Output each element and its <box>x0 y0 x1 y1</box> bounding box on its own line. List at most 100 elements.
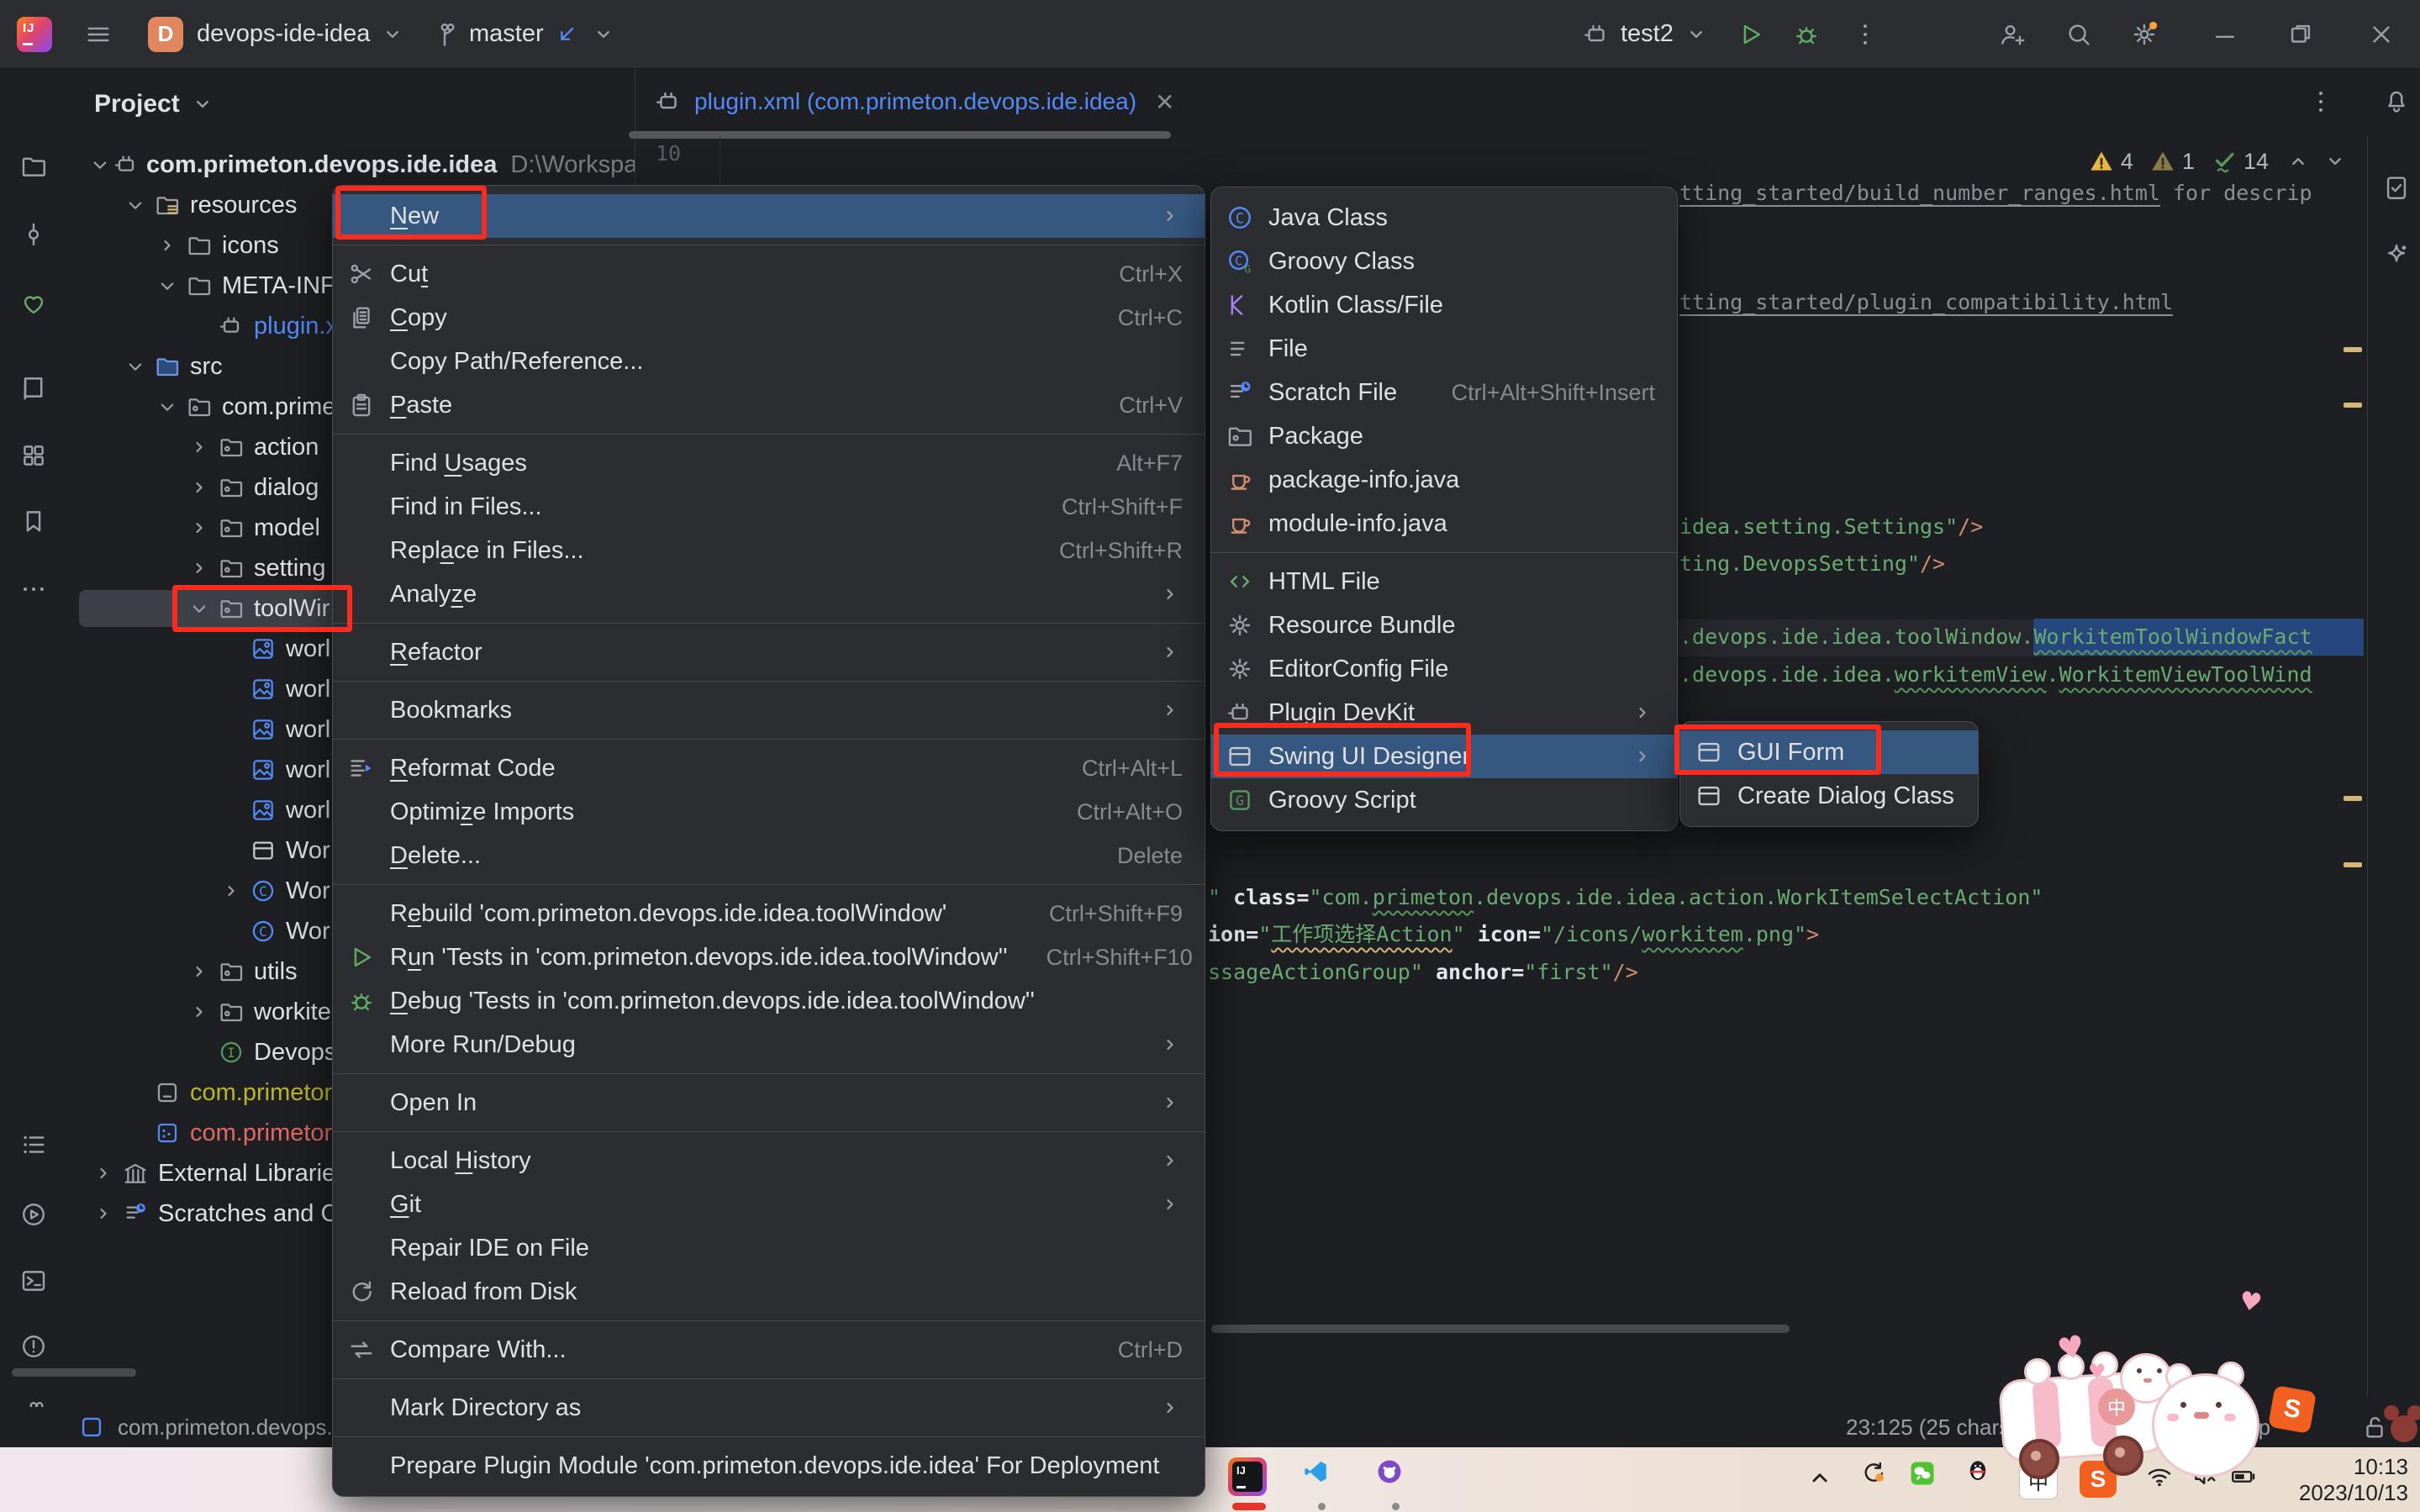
menu-item-run-tests-in-com-primeton-devops-ide-ide[interactable]: Run 'Tests in 'com.primeton.devops.ide.i… <box>333 935 1205 979</box>
menu-item-git[interactable]: Git <box>333 1183 1205 1226</box>
menu-item-paste[interactable]: PasteCtrl+V <box>333 383 1205 427</box>
menu-item-find-usages[interactable]: Find UsagesAlt+F7 <box>333 441 1205 485</box>
chevron-down-icon <box>123 192 148 218</box>
chevron-up-tray-icon <box>1806 1464 1834 1493</box>
run-config-selector[interactable]: test2 <box>1582 0 1711 68</box>
stripe-checklist-button[interactable] <box>2382 173 2411 202</box>
code-line: .devops.ide.idea.toolWindow.WorkitemTool… <box>1679 619 2364 656</box>
menu-item-module-info-java[interactable]: module-info.java <box>1211 502 1677 545</box>
menu-item-java-class[interactable]: CJava Class <box>1211 196 1677 240</box>
menu-shortcut: Ctrl+Shift+F9 <box>1010 901 1183 927</box>
menu-item-editorconfig-file[interactable]: EditorConfig File <box>1211 647 1677 691</box>
chevron-right-icon <box>219 878 244 904</box>
title-bar: IJ D devops-ide-idea master test2 <box>0 0 2420 69</box>
menu-item-bookmarks[interactable]: Bookmarks <box>333 688 1205 732</box>
restore-button[interactable] <box>2286 0 2315 68</box>
sync-icon <box>1859 1459 1888 1488</box>
code-with-me-icon[interactable] <box>1997 0 2026 68</box>
menu-item-find-in-files-[interactable]: Find in Files...Ctrl+Shift+F <box>333 485 1205 529</box>
menu-item-repair-ide-on-file[interactable]: Repair IDE on File <box>333 1226 1205 1270</box>
close-button[interactable] <box>2367 0 2396 68</box>
minimize-button[interactable] <box>2211 0 2239 68</box>
menu-item-open-in[interactable]: Open In <box>333 1081 1205 1125</box>
menu-item-package-info-java[interactable]: package-info.java <box>1211 458 1677 502</box>
menu-item-html-file[interactable]: HTML File <box>1211 560 1677 603</box>
branch-widget[interactable]: master <box>430 0 618 68</box>
taskbar-intellij-icon[interactable]: IJ <box>1228 1457 1267 1496</box>
chevron-right-icon <box>1157 698 1183 723</box>
lib-icon <box>122 1160 149 1187</box>
taskbar-vscode-icon[interactable] <box>1301 1457 1330 1486</box>
more-actions-icon[interactable] <box>1851 0 1880 68</box>
menu-item-more-run-debug[interactable]: More Run/Debug <box>333 1023 1205 1067</box>
menu-item-prepare-plugin-module-com-primeton-devop[interactable]: Prepare Plugin Module 'com.primeton.devo… <box>333 1444 1205 1488</box>
package-icon <box>186 393 213 420</box>
tab-plugin-xml[interactable]: plugin.xml (com.primeton.devops.ide.idea… <box>654 87 1175 116</box>
stripe-terminal-button[interactable] <box>19 1267 48 1295</box>
next-problem-icon[interactable] <box>2321 147 2349 176</box>
menu-item-copy[interactable]: CopyCtrl+C <box>333 296 1205 340</box>
tab-scroll-thumb[interactable] <box>629 131 1171 139</box>
tree-horizontal-scrollbar[interactable] <box>12 1368 136 1377</box>
search-everywhere-icon[interactable] <box>2064 0 2093 68</box>
project-switcher[interactable]: devops-ide-idea <box>197 0 407 68</box>
menu-item-scratch-file[interactable]: Scratch FileCtrl+Alt+Shift+Insert <box>1211 371 1677 414</box>
menu-item-analyze[interactable]: Analyze <box>333 572 1205 616</box>
checklist-icon <box>2382 173 2411 202</box>
menu-item-refactor[interactable]: Refactor <box>333 630 1205 674</box>
code-line: .devops.ide.idea.workitemView.WorkitemVi… <box>1679 656 2312 693</box>
tree-item-com-primeton-devops-ide-idea[interactable]: com.primeton.devops.ide.ideaD:\Workspa <box>0 145 635 185</box>
menu-item-groovy-class[interactable]: CGGroovy Class <box>1211 240 1677 283</box>
project-tool-window-header[interactable]: Project <box>94 81 217 128</box>
menu-item-mark-directory-as[interactable]: Mark Directory as <box>333 1386 1205 1430</box>
menu-item-local-history[interactable]: Local History <box>333 1139 1205 1183</box>
inspections-widget[interactable]: 4 1 14 <box>2087 145 2349 178</box>
menu-item-copy-path-reference-[interactable]: Copy Path/Reference... <box>333 340 1205 383</box>
taskbar-github-icon[interactable] <box>1375 1457 1404 1486</box>
stripe-error-button[interactable] <box>19 1332 48 1361</box>
menu-item-reload-from-disk[interactable]: Reload from Disk <box>333 1270 1205 1314</box>
menu-item-reformat-code[interactable]: Reformat CodeCtrl+Alt+L <box>333 746 1205 790</box>
menu-item-compare-with-[interactable]: Compare With...Ctrl+D <box>333 1328 1205 1372</box>
chevron-up-s-icon <box>2284 147 2312 176</box>
tray-qq-icon[interactable] <box>1964 1456 1992 1484</box>
chevron-right-icon <box>187 475 212 500</box>
debug-button[interactable] <box>1792 0 1821 68</box>
menu-item-debug-tests-in-com-primeton-devops-ide-i[interactable]: Debug 'Tests in 'com.primeton.devops.ide… <box>333 979 1205 1023</box>
settings-gear-icon[interactable] <box>2130 0 2159 68</box>
menu-item-package[interactable]: Package <box>1211 414 1677 458</box>
menu-shortcut: Ctrl+Alt+O <box>1038 799 1183 825</box>
editor-right-separator <box>2367 136 2368 1397</box>
editor-options-icon[interactable] <box>2307 87 2335 116</box>
tray-sync-icon[interactable] <box>1859 1459 1888 1488</box>
editor-horizontal-scrollbar[interactable] <box>1211 1325 1790 1333</box>
menu-item-optimize-imports[interactable]: Optimize ImportsCtrl+Alt+O <box>333 790 1205 834</box>
class-icon: C <box>250 877 277 904</box>
scissors-icon <box>347 260 376 288</box>
folder-icon <box>186 272 213 299</box>
menu-item-resource-bundle[interactable]: Resource Bundle <box>1211 603 1677 647</box>
tray-clock[interactable]: 10:132023/10/13 <box>2299 1454 2408 1506</box>
stripe-bell-button[interactable] <box>2382 86 2411 114</box>
gutter-line-number: 10 <box>639 141 698 166</box>
code-line: " class="com.primeton.devops.ide.idea.ac… <box>1208 879 2043 916</box>
menu-item-file[interactable]: File <box>1211 327 1677 371</box>
tab-close-icon[interactable]: ✕ <box>1155 88 1174 116</box>
caret-position-widget[interactable]: 23:125 (25 chars) <box>1846 1407 2017 1447</box>
menu-item-kotlin-class-file[interactable]: Kotlin Class/File <box>1211 283 1677 327</box>
more-v-icon <box>1851 20 1880 49</box>
chevron-right-icon <box>1630 700 1655 725</box>
prev-problem-icon[interactable] <box>2284 147 2312 176</box>
menu-item-create-dialog-class[interactable]: Create Dialog Class <box>1680 774 1978 818</box>
tray-wechat-icon[interactable] <box>1908 1459 1937 1488</box>
menu-item-rebuild-com-primeton-devops-ide-idea-too[interactable]: Rebuild 'com.primeton.devops.ide.idea.to… <box>333 892 1205 935</box>
run-button[interactable] <box>1737 0 1765 68</box>
main-menu-icon[interactable] <box>84 0 113 68</box>
menu-item-delete-[interactable]: Delete...Delete <box>333 834 1205 877</box>
menu-item-replace-in-files-[interactable]: Replace in Files...Ctrl+Shift+R <box>333 529 1205 572</box>
tray-chevron-up-icon[interactable] <box>1806 1464 1834 1493</box>
menu-separator <box>333 1378 1205 1379</box>
menu-item-cut[interactable]: CutCtrl+X <box>333 252 1205 296</box>
menu-item-groovy-script[interactable]: GGroovy Script <box>1211 778 1677 822</box>
stripe-sparkle-button[interactable] <box>2382 241 2411 270</box>
